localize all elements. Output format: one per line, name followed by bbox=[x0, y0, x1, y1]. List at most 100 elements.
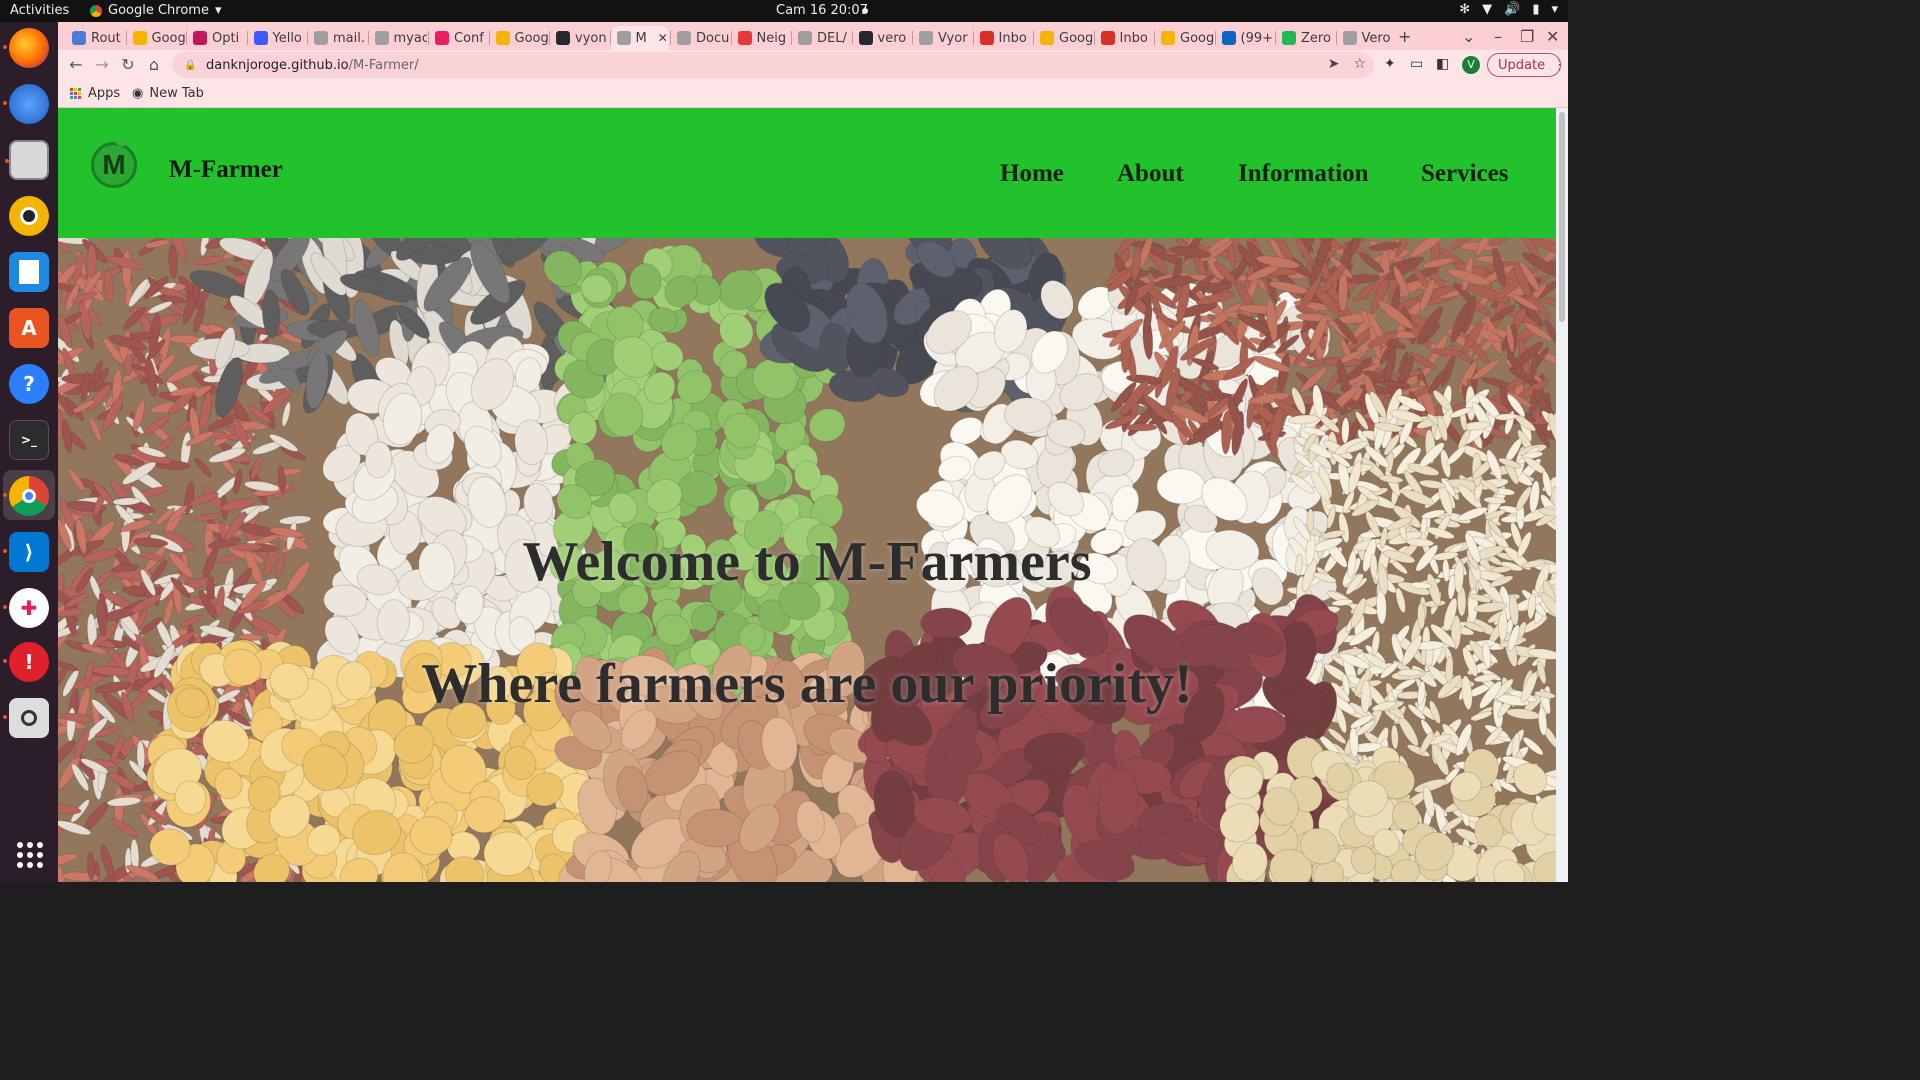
kebab-menu-icon: ⋮ bbox=[1553, 57, 1567, 73]
slack-icon[interactable]: ✚ bbox=[3, 588, 49, 628]
browser-tab[interactable]: DEL/ bbox=[792, 26, 851, 50]
browser-tab[interactable]: Neig bbox=[732, 26, 791, 50]
bookmark-new-tab[interactable]: ◉ New Tab bbox=[132, 86, 204, 101]
nav-about[interactable]: About bbox=[1117, 160, 1184, 188]
chrome-dock-icon[interactable] bbox=[3, 476, 49, 516]
tab-favicon-icon bbox=[253, 31, 268, 45]
terminal-icon[interactable]: >_ bbox=[9, 420, 49, 460]
show-applications-icon[interactable] bbox=[17, 842, 43, 868]
firefox-icon[interactable] bbox=[3, 28, 49, 68]
tab-favicon-icon bbox=[495, 31, 510, 45]
app-menu[interactable]: Google Chrome ▾ bbox=[90, 3, 222, 18]
rhythmbox-icon[interactable] bbox=[9, 196, 49, 236]
bookmark-apps[interactable]: Apps bbox=[70, 86, 120, 101]
browser-tab[interactable]: Vero bbox=[1337, 26, 1396, 50]
browser-tab[interactable]: Vyor bbox=[913, 26, 972, 50]
browser-tab[interactable]: vero bbox=[853, 26, 912, 50]
lock-icon[interactable]: 🔒 bbox=[184, 60, 196, 71]
clock[interactable]: Cam 16 20:07 bbox=[776, 3, 868, 18]
profile-avatar[interactable]: V bbox=[1462, 56, 1480, 74]
reload-icon[interactable]: ↻ bbox=[118, 55, 138, 74]
browser-tab[interactable]: myac bbox=[369, 26, 427, 50]
browser-tab[interactable]: Goog bbox=[490, 26, 548, 50]
minimize-icon[interactable]: – bbox=[1494, 27, 1502, 46]
system-tray[interactable]: ✻ ▼ 🔊 ▮ ▾ bbox=[1459, 2, 1558, 17]
forward-icon[interactable]: → bbox=[92, 55, 112, 74]
browser-tab[interactable]: Inbo bbox=[974, 26, 1033, 50]
page-scrollbar[interactable] bbox=[1556, 108, 1568, 882]
tab-favicon-icon bbox=[72, 31, 86, 45]
new-tab-icon[interactable]: + bbox=[1398, 27, 1411, 46]
files-icon[interactable] bbox=[5, 140, 49, 180]
browser-tab[interactable]: mail. bbox=[308, 26, 367, 50]
browser-tab[interactable]: Goog bbox=[1155, 26, 1214, 50]
writer-icon[interactable] bbox=[9, 252, 49, 292]
browser-tab[interactable]: vyon bbox=[550, 26, 609, 50]
browser-tab[interactable]: Goog bbox=[127, 26, 185, 50]
tab-search-icon[interactable]: ⌄ bbox=[1462, 27, 1475, 46]
tab-label: Goog bbox=[1059, 30, 1093, 46]
brand-name[interactable]: M-Farmer bbox=[169, 156, 283, 184]
update-button[interactable]: Update ⋮ bbox=[1487, 53, 1566, 77]
cast-icon[interactable]: ▭ bbox=[1410, 56, 1423, 72]
sync-icon[interactable]: ✻ bbox=[1459, 2, 1470, 17]
close-window-icon[interactable]: ✕ bbox=[1546, 27, 1559, 46]
bookmarks-bar: Apps ◉ New Tab bbox=[58, 80, 1568, 108]
close-tab-icon[interactable]: ✕ bbox=[658, 31, 668, 45]
activities-button[interactable]: Activities bbox=[10, 3, 69, 18]
home-icon[interactable]: ⌂ bbox=[144, 55, 164, 74]
globe-icon: ◉ bbox=[132, 86, 144, 101]
browser-tab[interactable]: Rout bbox=[66, 26, 125, 50]
battery-icon[interactable]: ▮ bbox=[1532, 2, 1539, 17]
thunderbird-icon[interactable] bbox=[3, 84, 49, 124]
browser-tab[interactable]: M ✕ bbox=[610, 26, 669, 50]
m-farmer-logo[interactable]: M bbox=[91, 138, 137, 188]
browser-tab[interactable]: Conf bbox=[429, 26, 488, 50]
help-icon[interactable]: ? bbox=[9, 364, 49, 404]
tab-favicon-icon bbox=[1221, 31, 1236, 45]
browser-tab[interactable]: Inbo bbox=[1095, 26, 1154, 50]
hero-section: Welcome to M-Farmers Where farmers are o… bbox=[58, 238, 1556, 882]
tab-label: Yello bbox=[272, 30, 302, 46]
system-menu-chevron-icon[interactable]: ▾ bbox=[1551, 2, 1558, 17]
tab-favicon-icon bbox=[374, 31, 389, 45]
chrome-icon bbox=[90, 4, 102, 17]
tab-label: Opti bbox=[212, 30, 240, 46]
tab-favicon-icon bbox=[919, 31, 933, 45]
tab-label: Docu bbox=[696, 30, 730, 46]
nav-services[interactable]: Services bbox=[1421, 160, 1508, 188]
volume-icon[interactable]: 🔊 bbox=[1504, 2, 1520, 17]
tab-label: Vero bbox=[1361, 30, 1391, 46]
browser-tab[interactable]: (99+ bbox=[1216, 26, 1275, 50]
nav-home[interactable]: Home bbox=[1000, 160, 1064, 188]
logo-letter: M bbox=[102, 149, 126, 180]
tab-favicon-icon bbox=[1100, 31, 1115, 45]
side-panel-icon[interactable]: ◧ bbox=[1436, 56, 1449, 72]
browser-tab[interactable]: Zero bbox=[1276, 26, 1335, 50]
extensions-icon[interactable]: ✦ bbox=[1384, 56, 1396, 72]
back-icon[interactable]: ← bbox=[66, 55, 86, 74]
dock: A ? >_ ⟩ ✚ ! bbox=[0, 22, 58, 882]
vscode-icon[interactable]: ⟩ bbox=[3, 532, 49, 572]
restore-icon[interactable]: ❐ bbox=[1520, 27, 1534, 46]
site-navbar: M M-Farmer Home About Information Servic… bbox=[58, 108, 1556, 238]
update-notifier-icon[interactable]: ! bbox=[3, 642, 49, 682]
tab-favicon-icon bbox=[314, 31, 328, 45]
browser-tab[interactable]: Docu bbox=[671, 26, 730, 50]
address-bar[interactable]: 🔒 danknjoroge.github.io/M-Farmer/ ➤ ☆ bbox=[172, 52, 1374, 78]
tab-favicon-icon bbox=[677, 31, 691, 45]
tab-favicon-icon bbox=[979, 31, 994, 45]
scrollbar-thumb[interactable] bbox=[1559, 112, 1565, 322]
nav-information[interactable]: Information bbox=[1238, 160, 1369, 188]
wifi-icon[interactable]: ▼ bbox=[1482, 2, 1492, 17]
magnifier-icon[interactable] bbox=[3, 698, 49, 738]
browser-tab[interactable]: Yello bbox=[248, 26, 307, 50]
bookmark-star-icon[interactable]: ☆ bbox=[1353, 56, 1366, 72]
browser-tab[interactable]: Opti bbox=[187, 26, 246, 50]
tab-favicon-icon bbox=[798, 31, 812, 45]
tab-label: Neig bbox=[756, 30, 787, 46]
notification-dot bbox=[862, 8, 868, 14]
browser-tab[interactable]: Goog bbox=[1034, 26, 1093, 50]
send-to-device-icon[interactable]: ➤ bbox=[1328, 56, 1340, 72]
software-icon[interactable]: A bbox=[9, 308, 49, 348]
